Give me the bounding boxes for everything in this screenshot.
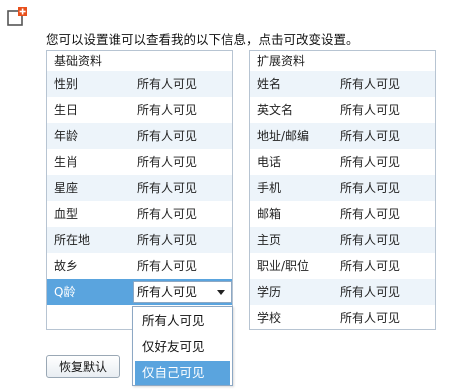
extended-info-panel: 扩展资料 姓名 所有人可见 英文名 所有人可见 地址/邮编 所有人可见 电话 所… [249, 50, 436, 330]
field-name: 手机 [257, 181, 282, 195]
visibility-value[interactable]: 所有人可见 [340, 201, 400, 227]
privacy-row-constellation[interactable]: 星座 所有人可见 [47, 175, 232, 201]
field-name: 电话 [257, 155, 282, 169]
visibility-value[interactable]: 所有人可见 [340, 97, 400, 123]
privacy-row-occupation[interactable]: 职业/职位 所有人可见 [250, 253, 435, 279]
privacy-row-gender[interactable]: 性别 所有人可见 [47, 71, 232, 97]
visibility-value[interactable]: 所有人可见 [340, 305, 400, 331]
visibility-value[interactable]: 所有人可见 [340, 279, 400, 305]
visibility-value[interactable]: 所有人可见 [340, 71, 400, 97]
visibility-value[interactable]: 所有人可见 [137, 71, 197, 97]
privacy-row-birthday[interactable]: 生日 所有人可见 [47, 97, 232, 123]
privacy-row-hometown[interactable]: 故乡 所有人可见 [47, 253, 232, 279]
select-value: 所有人可见 [137, 285, 198, 299]
visibility-value[interactable]: 所有人可见 [340, 123, 400, 149]
visibility-value[interactable]: 所有人可见 [137, 123, 197, 149]
visibility-dropdown-menu: 所有人可见 仅好友可见 仅自己可见 [132, 306, 233, 386]
visibility-value[interactable]: 所有人可见 [137, 97, 197, 123]
visibility-value[interactable]: 所有人可见 [137, 227, 197, 253]
privacy-row-phone[interactable]: 电话 所有人可见 [250, 149, 435, 175]
privacy-row-q-age[interactable]: Q龄 所有人可见 [47, 279, 232, 305]
privacy-row-education[interactable]: 学历 所有人可见 [250, 279, 435, 305]
field-name: 学历 [257, 285, 282, 299]
basic-info-header: 基础资料 [54, 54, 103, 68]
visibility-value[interactable]: 所有人可见 [340, 175, 400, 201]
field-name: 所在地 [54, 233, 91, 247]
field-name: 生肖 [54, 155, 79, 169]
privacy-row-school[interactable]: 学校 所有人可见 [250, 305, 435, 331]
field-name: 英文名 [257, 103, 294, 117]
field-name: 主页 [257, 233, 282, 247]
privacy-row-homepage[interactable]: 主页 所有人可见 [250, 227, 435, 253]
privacy-row-age[interactable]: 年龄 所有人可见 [47, 123, 232, 149]
field-name: Q龄 [54, 285, 76, 299]
field-name: 星座 [54, 181, 79, 195]
field-name: 姓名 [257, 77, 282, 91]
field-name: 邮箱 [257, 207, 282, 221]
instruction-text: 您可以设置谁可以查看我的以下信息，点击可改变设置。 [46, 32, 359, 47]
privacy-row-mobile[interactable]: 手机 所有人可见 [250, 175, 435, 201]
option-friends-only[interactable]: 仅好友可见 [135, 335, 230, 359]
edit-plus-icon [6, 6, 28, 28]
field-name: 地址/邮编 [257, 129, 310, 143]
privacy-row-email[interactable]: 邮箱 所有人可见 [250, 201, 435, 227]
privacy-row-location[interactable]: 所在地 所有人可见 [47, 227, 232, 253]
field-name: 性别 [54, 77, 79, 91]
visibility-value[interactable]: 所有人可见 [137, 253, 197, 279]
field-name: 学校 [257, 311, 282, 325]
privacy-row-name[interactable]: 姓名 所有人可见 [250, 71, 435, 97]
field-name: 血型 [54, 207, 79, 221]
visibility-value[interactable]: 所有人可见 [340, 149, 400, 175]
privacy-row-blood-type[interactable]: 血型 所有人可见 [47, 201, 232, 227]
visibility-value[interactable]: 所有人可见 [137, 175, 197, 201]
extended-info-header: 扩展资料 [257, 54, 306, 68]
privacy-row-english-name[interactable]: 英文名 所有人可见 [250, 97, 435, 123]
visibility-select[interactable]: 所有人可见 [133, 281, 232, 303]
visibility-value[interactable]: 所有人可见 [137, 201, 197, 227]
visibility-value[interactable]: 所有人可见 [137, 149, 197, 175]
visibility-value[interactable]: 所有人可见 [340, 227, 400, 253]
option-everyone[interactable]: 所有人可见 [135, 309, 230, 333]
privacy-row-zodiac-animal[interactable]: 生肖 所有人可见 [47, 149, 232, 175]
basic-info-panel: 基础资料 性别 所有人可见 生日 所有人可见 年龄 所有人可见 生肖 所有人可见… [46, 50, 233, 330]
option-only-me[interactable]: 仅自己可见 [135, 361, 230, 385]
field-name: 年龄 [54, 129, 79, 143]
field-name: 生日 [54, 103, 79, 117]
privacy-row-address[interactable]: 地址/邮编 所有人可见 [250, 123, 435, 149]
field-name: 故乡 [54, 259, 79, 273]
restore-defaults-button[interactable]: 恢复默认 [46, 355, 120, 378]
chevron-down-icon[interactable] [217, 290, 225, 295]
field-name: 职业/职位 [257, 259, 310, 273]
visibility-value[interactable]: 所有人可见 [340, 253, 400, 279]
